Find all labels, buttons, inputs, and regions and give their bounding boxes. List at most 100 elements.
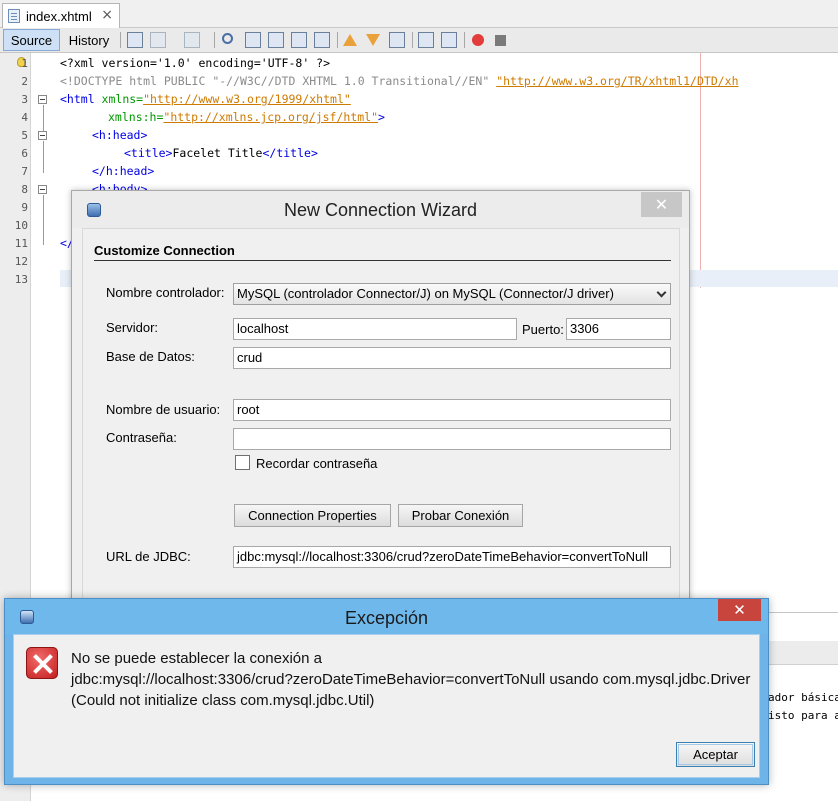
xmlns-attr: xmlns=	[101, 92, 144, 106]
jdbc-url-label: URL de JDBC:	[106, 549, 191, 564]
shift-left-icon[interactable]	[418, 32, 434, 48]
exception-close-button[interactable]: ✕	[718, 599, 761, 621]
line-number: 7	[21, 165, 28, 178]
toolbar-separator	[120, 32, 121, 48]
next-bookmark-icon[interactable]	[366, 34, 380, 46]
last-edit-icon[interactable]	[127, 32, 143, 48]
html-tag: <html	[60, 92, 102, 106]
toggle-highlight-icon[interactable]	[291, 32, 307, 48]
exception-content: No se puede establecer la conexión a jdb…	[13, 634, 760, 778]
connection-properties-button[interactable]: Connection Properties	[234, 504, 391, 527]
port-label: Puerto:	[522, 322, 564, 337]
code-line-3[interactable]: <html xmlns="http://www.w3.org/1999/xhtm…	[60, 92, 351, 106]
line-number: 5	[21, 129, 28, 142]
close-tab-icon[interactable]: ×	[101, 7, 113, 23]
code-line-7[interactable]: </h:head>	[92, 164, 154, 178]
password-label: Contraseña:	[106, 430, 177, 445]
file-tab-label: index.xhtml	[26, 8, 92, 24]
toggle-bookmark-icon[interactable]	[389, 32, 405, 48]
title-close-tag: </title>	[262, 146, 318, 160]
line-number: 13	[14, 273, 28, 286]
right-margin-guide	[700, 53, 701, 288]
line-number: 1	[21, 57, 28, 70]
shift-right-icon[interactable]	[441, 32, 457, 48]
code-line-4[interactable]: xmlns:h="http://xmlns.jcp.org/jsf/html">	[108, 110, 385, 124]
doctype: <!DOCTYPE html PUBLIC "-//W3C//DTD XHTML…	[60, 74, 497, 88]
code-line-8[interactable]: <h:body>	[92, 182, 147, 190]
xhtml-file-icon	[8, 9, 20, 23]
section-title: Customize Connection	[94, 243, 235, 258]
fold-toggle-icon[interactable]	[38, 185, 47, 194]
previous-bookmark-icon[interactable]	[343, 34, 357, 46]
stop-macro-icon[interactable]	[495, 35, 506, 46]
fold-guide	[43, 195, 44, 245]
code-line-2[interactable]: <!DOCTYPE html PUBLIC "-//W3C//DTD XHTML…	[60, 74, 739, 88]
line-number: 8	[21, 183, 28, 196]
output-text: isto para a	[768, 709, 838, 722]
server-input[interactable]: localhost	[233, 318, 517, 340]
toolbar-separator	[464, 32, 465, 48]
doctype-url[interactable]: "http://www.w3.org/TR/xhtml1/DTD/xh	[496, 74, 738, 88]
xmlns-value[interactable]: "http://www.w3.org/1999/xhtml"	[143, 92, 351, 106]
fold-guide	[43, 141, 44, 173]
wizard-title: New Connection Wizard	[283, 200, 478, 220]
jdbc-url-input[interactable]: jdbc:mysql://localhost:3306/crud?zeroDat…	[233, 546, 671, 568]
line-number: 4	[21, 111, 28, 124]
fold-toggle-icon[interactable]	[38, 131, 47, 140]
find-previous-icon[interactable]	[245, 32, 261, 48]
head-open-tag: <h:head>	[92, 128, 148, 142]
error-message-line-3: (Could not initialize class com.mysql.jd…	[71, 692, 375, 709]
line-number: 9	[21, 201, 28, 214]
fold-toggle-icon[interactable]	[38, 95, 47, 104]
toggle-rect-select-icon[interactable]	[314, 32, 330, 48]
line-number: 10	[14, 219, 28, 232]
exception-dialog: Excepción ✕ No se puede establecer la co…	[4, 598, 769, 785]
password-input[interactable]	[233, 428, 671, 450]
source-tab-button[interactable]: Source	[3, 29, 60, 51]
chevron-down-icon	[656, 287, 667, 298]
record-macro-icon[interactable]	[472, 34, 484, 46]
find-icon[interactable]	[222, 33, 233, 44]
section-divider	[94, 260, 671, 261]
output-text: ador básica	[768, 691, 838, 704]
wizard-titlebar[interactable]: New Connection Wizard ✕	[72, 191, 689, 228]
xml-declaration: <?xml version='1.0' encoding='UTF-8' ?>	[60, 56, 331, 70]
body-open-tag: <h:body>	[92, 182, 148, 190]
output-panel-header	[762, 641, 838, 665]
line-number: 12	[14, 255, 28, 268]
line-number: 2	[21, 75, 28, 88]
code-line-1[interactable]: <?xml version='1.0' encoding='UTF-8' ?>	[60, 56, 330, 70]
forward-icon[interactable]	[184, 32, 200, 48]
wizard-close-button[interactable]: ✕	[641, 192, 682, 217]
test-connection-button[interactable]: Probar Conexión	[398, 504, 523, 527]
error-icon	[26, 647, 58, 679]
code-line-6[interactable]: <title>Facelet Title</title>	[124, 146, 318, 160]
xmlns-h-attr: xmlns:h=	[108, 110, 164, 124]
output-panel: ador básica isto para a	[762, 612, 838, 801]
ok-button[interactable]: Aceptar	[676, 742, 755, 767]
exception-titlebar[interactable]: Excepción ✕	[5, 599, 768, 634]
remember-password-checkbox[interactable]	[235, 455, 250, 470]
xmlns-h-value[interactable]: "http://xmlns.jcp.org/jsf/html"	[163, 110, 378, 124]
database-input[interactable]: crud	[233, 347, 671, 369]
code-line-5[interactable]: <h:head>	[92, 128, 147, 142]
line-number: 6	[21, 147, 28, 160]
driver-label: Nombre controlador:	[106, 285, 225, 300]
line-number: 11	[14, 237, 28, 250]
username-label: Nombre de usuario:	[106, 402, 221, 417]
remember-password-label: Recordar contraseña	[256, 456, 378, 471]
find-next-icon[interactable]	[268, 32, 284, 48]
tag-close: >	[378, 110, 385, 124]
title-text: Facelet Title	[172, 146, 263, 160]
file-tab-index-xhtml[interactable]: index.xhtml ×	[2, 3, 120, 28]
history-tab-button[interactable]: History	[62, 29, 116, 51]
back-icon[interactable]	[150, 32, 166, 48]
port-input[interactable]: 3306	[566, 318, 671, 340]
toolbar-separator	[214, 32, 215, 48]
exception-title: Excepción	[344, 608, 429, 628]
new-connection-wizard-dialog: New Connection Wizard ✕ Customize Connec…	[71, 190, 690, 613]
driver-select[interactable]: MySQL (controlador Connector/J) on MySQL…	[233, 283, 671, 305]
title-open-tag: <title>	[124, 146, 173, 160]
username-input[interactable]: root	[233, 399, 671, 421]
fold-guide	[43, 105, 44, 131]
